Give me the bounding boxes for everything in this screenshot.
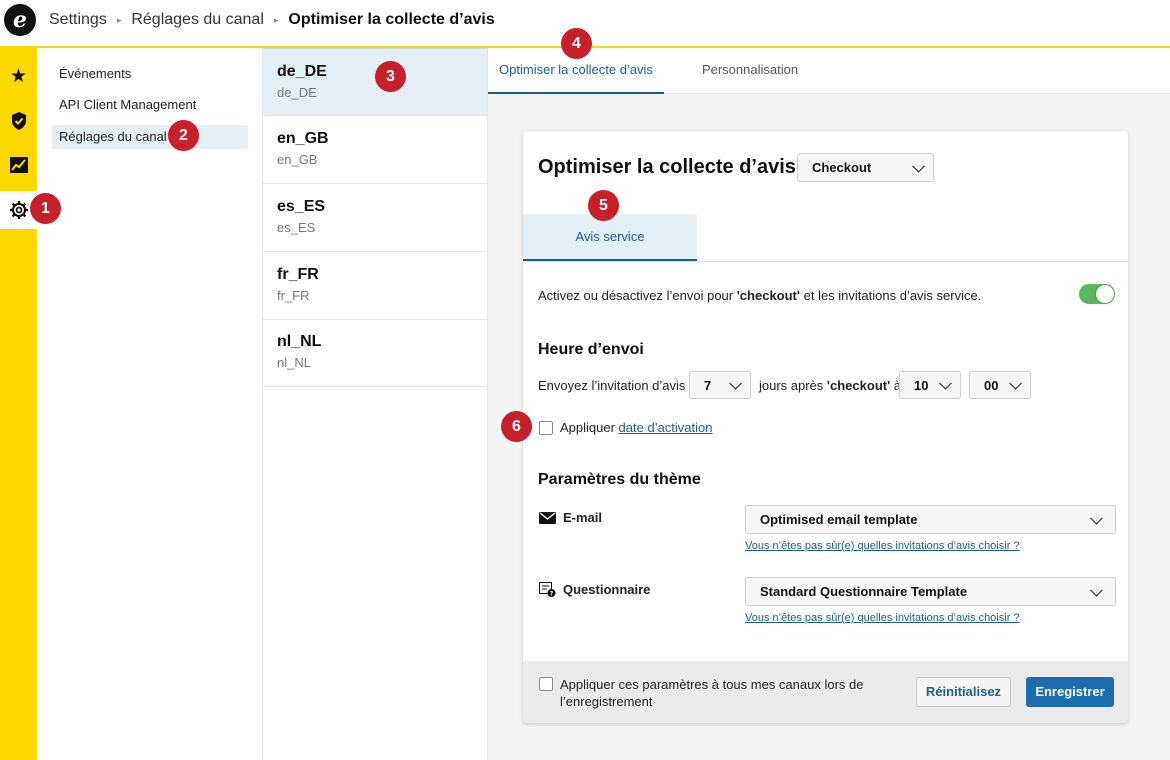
step-badge: 5: [588, 190, 619, 221]
save-button[interactable]: Enregistrer: [1026, 677, 1114, 707]
divider: [523, 261, 1128, 262]
hour-value: 10: [914, 377, 929, 393]
chevron-down-icon: [1090, 583, 1103, 597]
svg-text:?: ?: [550, 591, 554, 598]
locale-item-en-gb[interactable]: en_GB en_GB: [263, 116, 487, 184]
enable-toggle[interactable]: [1079, 284, 1115, 304]
tab-bar: Optimiser la collecte d’avis Personnalis…: [488, 48, 1170, 94]
hour-select[interactable]: 10: [899, 371, 961, 399]
email-label-row: E-mail: [539, 510, 602, 525]
subnav-item-events[interactable]: Événements: [52, 62, 248, 86]
toggle-text: et les invitations d’avis service.: [799, 288, 982, 303]
theme-heading: Paramètres du thème: [538, 471, 701, 488]
send-text-suffix: jours après 'checkout' à: [759, 378, 901, 393]
days-value: 7: [704, 377, 712, 393]
locale-name: en_GB: [277, 130, 329, 147]
send-text-bold: 'checkout': [826, 378, 891, 393]
toggle-text-bold: 'checkout': [736, 288, 800, 303]
locale-name: nl_NL: [277, 333, 322, 350]
chevron-down-icon: [1090, 511, 1103, 525]
chevron-down-icon: [939, 376, 952, 390]
step-badge: 2: [168, 120, 199, 151]
subtab-service-reviews[interactable]: Avis service: [523, 214, 697, 261]
breadcrumb-channel-settings[interactable]: Réglages du canal: [131, 11, 264, 29]
activation-date-checkbox[interactable]: [539, 421, 553, 435]
minute-select[interactable]: 00: [969, 371, 1031, 399]
locale-item-fr-fr[interactable]: fr_FR fr_FR: [263, 252, 487, 320]
toggle-description: Activez ou désactivez l’envoi pour 'chec…: [538, 288, 981, 303]
send-text-prefix: Envoyez l’invitation d’avis: [538, 378, 686, 393]
questionnaire-label: Questionnaire: [563, 582, 651, 597]
step-badge: 4: [561, 28, 592, 59]
event-select-value: Checkout: [812, 160, 872, 175]
chevron-down-icon: [1009, 376, 1022, 390]
step-badge: 3: [375, 61, 406, 92]
shield-check-icon[interactable]: [0, 102, 37, 140]
tab-personalization[interactable]: Personnalisation: [664, 48, 836, 94]
chevron-down-icon: [912, 159, 925, 173]
locale-item-nl-nl[interactable]: nl_NL nl_NL: [263, 319, 487, 387]
step-badge: 1: [30, 193, 61, 224]
chart-icon[interactable]: [0, 146, 37, 184]
email-template-select[interactable]: Optimised email template: [745, 505, 1116, 534]
chevron-down-icon: [729, 376, 742, 390]
email-label: E-mail: [563, 510, 603, 525]
apply-all-label: Appliquer ces paramètres à tous mes cana…: [560, 677, 864, 709]
help-link-questionnaire[interactable]: Vous n’êtes pas sûr(e) quelles invitatio…: [745, 612, 1020, 624]
apply-all-checkbox[interactable]: [539, 677, 553, 691]
locale-code: nl_NL: [277, 355, 311, 370]
breadcrumb-separator-icon: ▸: [273, 14, 279, 25]
breadcrumb: Settings ▸ Réglages du canal ▸ Optimiser…: [49, 11, 495, 29]
breadcrumb-separator-icon: ▸: [116, 14, 122, 25]
subnav-item-channel-settings[interactable]: Réglages du canal: [52, 125, 248, 149]
step-badge: 6: [501, 411, 532, 442]
locale-name: es_ES: [277, 198, 326, 215]
star-icon[interactable]: ★: [0, 57, 37, 95]
card-title: Optimiser la collecte d’avis:: [538, 156, 803, 178]
locale-code: fr_FR: [277, 288, 310, 303]
page-title: Optimiser la collecte d’avis: [288, 11, 495, 28]
send-time-heading: Heure d’envoi: [538, 341, 644, 358]
main-nav-rail: ★: [0, 48, 37, 760]
subnav-item-api-client[interactable]: API Client Management: [52, 93, 248, 117]
questionnaire-label-row: ? Questionnaire: [539, 582, 650, 597]
toggle-text: Activez ou désactivez l’envoi pour: [538, 288, 737, 303]
settings-card: Optimiser la collecte d’avis: Checkout A…: [523, 131, 1128, 723]
send-text: jours après: [759, 378, 827, 393]
settings-subnav: Événements API Client Management Réglage…: [37, 48, 263, 760]
locale-item-de-de[interactable]: de_DE de_DE: [263, 48, 487, 116]
envelope-icon: [539, 511, 556, 524]
activation-text: Appliquer: [560, 420, 619, 435]
questionnaire-template-value: Standard Questionnaire Template: [760, 584, 968, 599]
locale-list: de_DE de_DE en_GB en_GB es_ES es_ES fr_F…: [263, 48, 488, 760]
email-template-value: Optimised email template: [760, 512, 918, 527]
breadcrumb-settings[interactable]: Settings: [49, 11, 107, 29]
card-footer: Appliquer ces paramètres à tous mes cana…: [523, 661, 1128, 723]
locale-code: es_ES: [277, 220, 316, 235]
help-link-email[interactable]: Vous n’êtes pas sûr(e) quelles invitatio…: [745, 540, 1020, 552]
minute-value: 00: [984, 377, 999, 393]
main-content: Optimiser la collecte d’avis Personnalis…: [488, 48, 1170, 760]
activation-label: Appliquer date d’activation: [560, 420, 713, 435]
questionnaire-template-select[interactable]: Standard Questionnaire Template: [745, 577, 1116, 606]
locale-code: de_DE: [277, 85, 317, 100]
locale-code: en_GB: [277, 152, 318, 167]
logo[interactable]: e: [4, 4, 36, 36]
questionnaire-icon: ?: [539, 582, 556, 597]
locale-item-es-es[interactable]: es_ES es_ES: [263, 184, 487, 252]
days-select[interactable]: 7: [689, 371, 751, 399]
event-select[interactable]: Checkout: [797, 153, 934, 182]
locale-name: fr_FR: [277, 266, 319, 283]
activation-date-link[interactable]: date d’activation: [619, 420, 713, 435]
reset-button[interactable]: Réinitialisez: [916, 677, 1011, 707]
